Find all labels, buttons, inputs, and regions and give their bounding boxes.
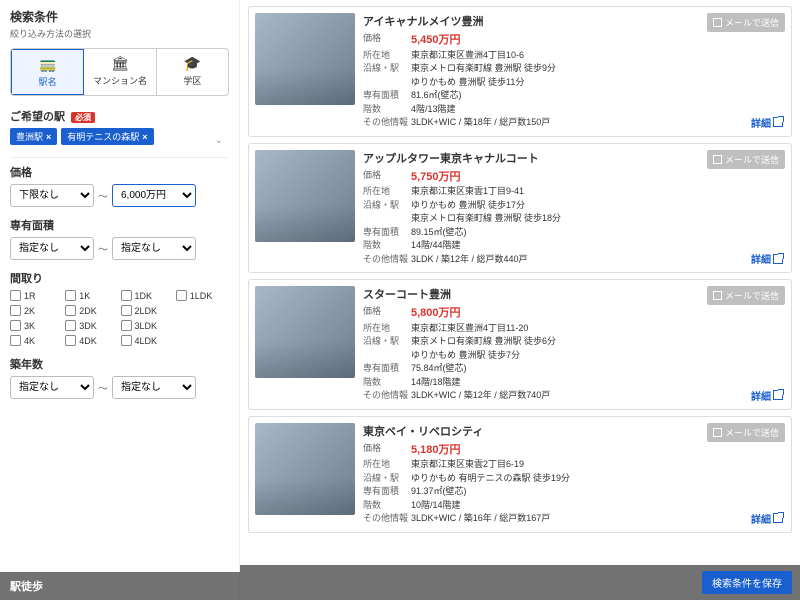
- external-link-icon: [773, 117, 783, 127]
- layout-check[interactable]: 4LDK: [121, 335, 174, 346]
- mail-send-button[interactable]: メールで送信: [707, 150, 785, 169]
- detail-link[interactable]: 詳細: [751, 115, 783, 130]
- tab-station[interactable]: 🚃 駅名: [11, 49, 84, 95]
- layout-check[interactable]: 1R: [10, 290, 63, 301]
- checkbox-icon: [121, 335, 132, 346]
- layout-check[interactable]: 1LDK: [176, 290, 229, 301]
- tab-station-label: 駅名: [39, 77, 57, 87]
- listing-card: アップルタワー東京キャナルコート価格5,750万円所在地東京都江東区東雲1丁目9…: [248, 143, 792, 274]
- checkbox-icon: [713, 428, 722, 437]
- checkbox-icon: [10, 290, 21, 301]
- layout-label: 間取り: [10, 270, 229, 286]
- checkbox-icon: [10, 305, 21, 316]
- close-icon[interactable]: ×: [46, 132, 51, 142]
- listing-price: 5,800万円: [411, 305, 461, 322]
- walk-label: 駅徒歩: [0, 572, 240, 600]
- close-icon[interactable]: ×: [142, 132, 147, 142]
- listing-card: スターコート豊洲価格5,800万円所在地東京都江東区豊洲4丁目11-20沿線・駅…: [248, 279, 792, 410]
- checkbox-icon: [65, 305, 76, 316]
- layout-check[interactable]: 4DK: [65, 335, 118, 346]
- checkbox-icon: [121, 320, 132, 331]
- layout-checks: 1R1K1DK1LDK 2K2DK2LDK 3K3DK3LDK 4K4DK4LDK: [10, 290, 229, 346]
- layout-check[interactable]: 3DK: [65, 320, 118, 331]
- footer-bar: 検索条件を保存: [240, 565, 800, 600]
- detail-link[interactable]: 詳細: [751, 511, 783, 526]
- price-min-select[interactable]: 下限なし: [10, 184, 94, 207]
- price-label: 価格: [10, 164, 229, 180]
- price-max-select[interactable]: 6,000万円: [112, 184, 196, 207]
- listing-card: アイキャナルメイツ豊洲価格5,450万円所在地東京都江東区豊洲4丁目10-6沿線…: [248, 6, 792, 137]
- chevron-down-icon[interactable]: ⌄: [209, 133, 229, 148]
- detail-link[interactable]: 詳細: [751, 251, 783, 266]
- layout-check[interactable]: 1DK: [121, 290, 174, 301]
- external-link-icon: [773, 390, 783, 400]
- checkbox-icon: [10, 335, 21, 346]
- tab-mansion[interactable]: 🏛 マンション名: [84, 49, 156, 95]
- checkbox-icon: [121, 290, 132, 301]
- layout-check[interactable]: 1K: [65, 290, 118, 301]
- search-title: 検索条件: [10, 8, 229, 25]
- building-icon: 🏛: [86, 55, 153, 72]
- checkbox-icon: [713, 291, 722, 300]
- station-tags: 豊洲駅 × 有明テニスの森駅 ×: [10, 128, 154, 145]
- tab-school[interactable]: 🎓 学区: [157, 49, 228, 95]
- layout-check[interactable]: 4K: [10, 335, 63, 346]
- layout-check[interactable]: 2LDK: [121, 305, 174, 316]
- layout-check[interactable]: 3K: [10, 320, 63, 331]
- layout-check[interactable]: 2K: [10, 305, 63, 316]
- checkbox-icon: [65, 320, 76, 331]
- tab-school-label: 学区: [183, 76, 201, 86]
- mail-send-button[interactable]: メールで送信: [707, 286, 785, 305]
- checkbox-icon: [713, 18, 722, 27]
- area-max-select[interactable]: 指定なし: [112, 237, 196, 260]
- mail-send-button[interactable]: メールで送信: [707, 423, 785, 442]
- station-tag[interactable]: 豊洲駅 ×: [10, 128, 57, 145]
- checkbox-icon: [713, 155, 722, 164]
- station-tag[interactable]: 有明テニスの森駅 ×: [61, 128, 153, 145]
- train-icon: 🚃: [14, 56, 81, 73]
- listing-price: 5,450万円: [411, 32, 461, 49]
- checkbox-icon: [10, 320, 21, 331]
- listing-thumbnail[interactable]: [255, 150, 355, 242]
- checkbox-icon: [65, 290, 76, 301]
- detail-link[interactable]: 詳細: [751, 388, 783, 403]
- checkbox-icon: [176, 290, 187, 301]
- age-label: 築年数: [10, 356, 229, 372]
- tab-mansion-label: マンション名: [93, 76, 147, 86]
- age-max-select[interactable]: 指定なし: [112, 376, 196, 399]
- age-min-select[interactable]: 指定なし: [10, 376, 94, 399]
- listing-price: 5,180万円: [411, 442, 461, 459]
- checkbox-icon: [65, 335, 76, 346]
- school-icon: 🎓: [159, 55, 226, 72]
- layout-check[interactable]: 2DK: [65, 305, 118, 316]
- range-tilde: 〜: [98, 188, 108, 203]
- area-min-select[interactable]: 指定なし: [10, 237, 94, 260]
- mail-send-button[interactable]: メールで送信: [707, 13, 785, 32]
- external-link-icon: [773, 254, 783, 264]
- listing-price: 5,750万円: [411, 169, 461, 186]
- station-section-label: ご希望の駅 必須: [10, 108, 229, 124]
- layout-check[interactable]: 3LDK: [121, 320, 174, 331]
- listing-thumbnail[interactable]: [255, 423, 355, 515]
- save-conditions-button[interactable]: 検索条件を保存: [702, 571, 792, 594]
- required-badge: 必須: [71, 112, 95, 123]
- external-link-icon: [773, 513, 783, 523]
- listing-card: 東京ベイ・リベロシティ価格5,180万円所在地東京都江東区東雲2丁目6-19沿線…: [248, 416, 792, 533]
- checkbox-icon: [121, 305, 132, 316]
- listing-thumbnail[interactable]: [255, 286, 355, 378]
- listing-thumbnail[interactable]: [255, 13, 355, 105]
- area-label: 専有面積: [10, 217, 229, 233]
- search-subtitle: 絞り込み方法の選択: [10, 27, 229, 40]
- filter-tabs: 🚃 駅名 🏛 マンション名 🎓 学区: [10, 48, 229, 96]
